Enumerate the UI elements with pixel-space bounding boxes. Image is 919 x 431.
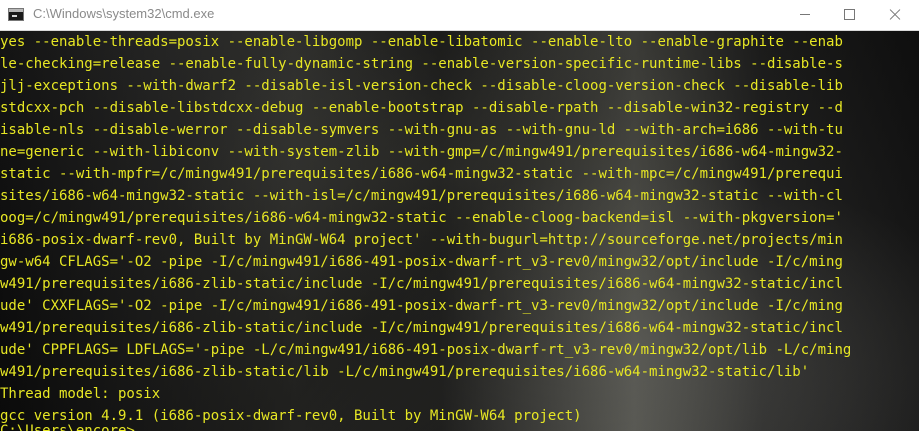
console-line: w491/prerequisites/i686-zlib-static/incl… bbox=[0, 276, 843, 292]
console-line: i686-posix-dwarf-rev0, Built by MinGW-W6… bbox=[0, 232, 843, 248]
command-prompt-window: C:\Windows\system32\cmd.exe yes --enable… bbox=[0, 0, 919, 431]
console-output-area[interactable]: yes --enable-threads=posix --enable-libg… bbox=[0, 31, 919, 431]
console-line: Thread model: posix bbox=[0, 386, 161, 402]
console-line: w491/prerequisites/i686-zlib-static/incl… bbox=[0, 320, 843, 336]
command-prompt[interactable]: C:\Users\encore> bbox=[0, 420, 135, 431]
command-prompt-icon bbox=[8, 8, 24, 21]
close-button[interactable] bbox=[872, 0, 918, 30]
console-line: isable-nls --disable-werror --disable-sy… bbox=[0, 122, 843, 138]
console-line: le-checking=release --enable-fully-dynam… bbox=[0, 56, 843, 72]
console-line: static --with-mpfr=/c/mingw491/prerequis… bbox=[0, 166, 843, 182]
console-line: oog=/c/mingw491/prerequisites/i686-w64-m… bbox=[0, 210, 843, 226]
window-title: C:\Windows\system32\cmd.exe bbox=[33, 6, 215, 21]
console-line: jlj-exceptions --with-dwarf2 --disable-i… bbox=[0, 78, 843, 94]
console-line: w491/prerequisites/i686-zlib-static/lib … bbox=[0, 364, 810, 380]
console-line: ude' CPPFLAGS= LDFLAGS='-pipe -L/c/mingw… bbox=[0, 342, 852, 358]
console-line: ne=generic --with-libiconv --with-system… bbox=[0, 144, 843, 160]
maximize-icon bbox=[844, 9, 855, 20]
console-line: ude' CXXFLAGS='-O2 -pipe -I/c/mingw491/i… bbox=[0, 298, 843, 314]
console-line: gw-w64 CFLAGS='-O2 -pipe -I/c/mingw491/i… bbox=[0, 254, 843, 270]
window-titlebar[interactable]: C:\Windows\system32\cmd.exe bbox=[0, 0, 919, 31]
console-line: yes --enable-threads=posix --enable-libg… bbox=[0, 34, 843, 50]
minimize-button[interactable] bbox=[782, 0, 828, 30]
console-line: stdcxx-pch --disable-libstdcxx-debug --e… bbox=[0, 100, 843, 116]
console-line: sites/i686-w64-mingw32-static --with-isl… bbox=[0, 188, 843, 204]
maximize-button[interactable] bbox=[826, 0, 872, 30]
minimize-icon bbox=[800, 14, 810, 15]
